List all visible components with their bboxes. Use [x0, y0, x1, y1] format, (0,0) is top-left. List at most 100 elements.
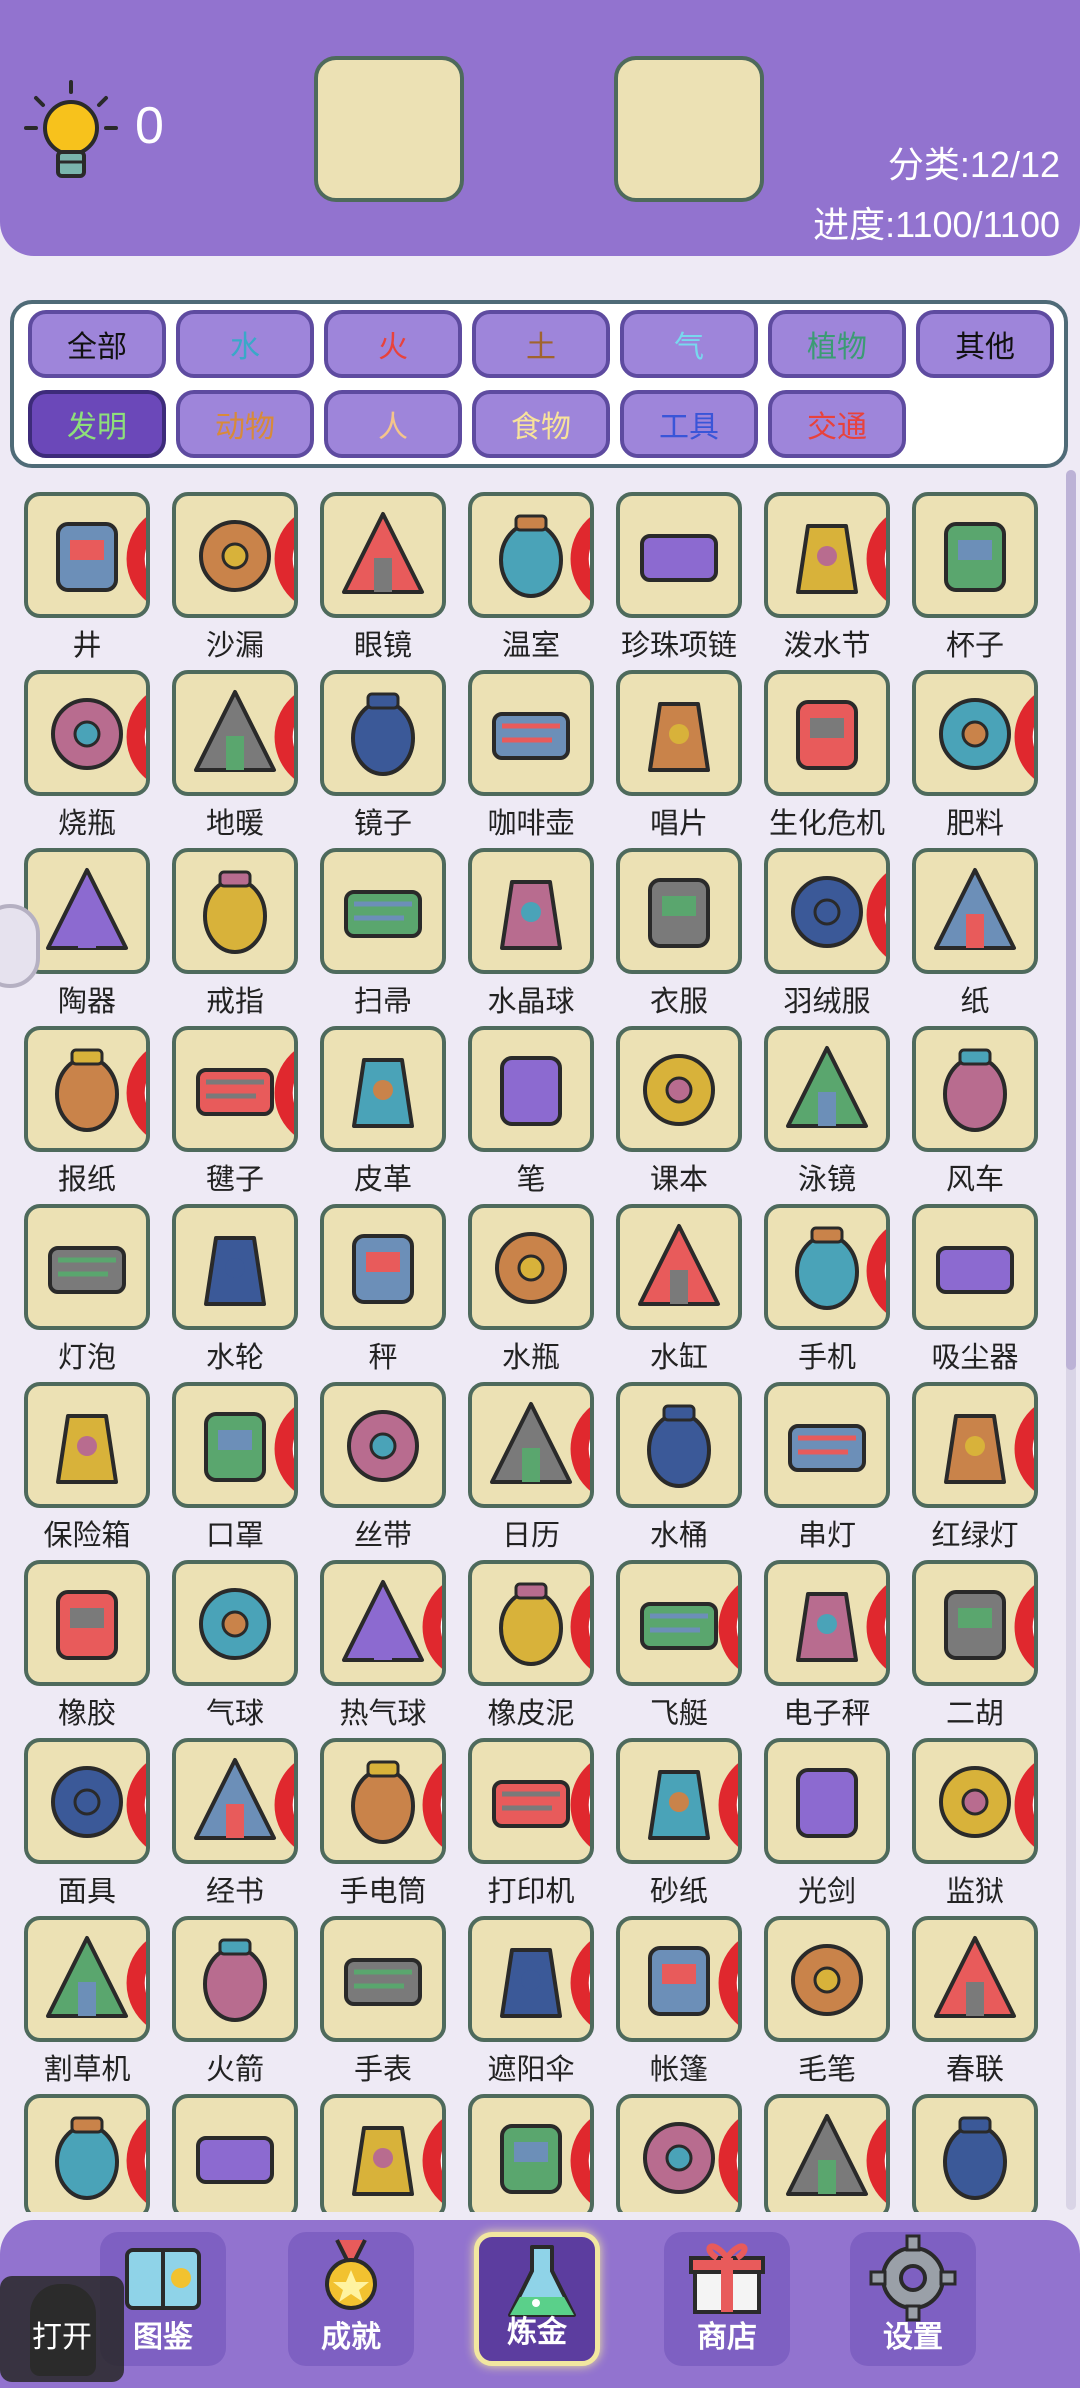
ban-icon	[126, 695, 146, 779]
item-tile[interactable]	[764, 1560, 890, 1686]
item-tile[interactable]	[24, 1204, 150, 1330]
item-label: 眼镜	[353, 628, 412, 662]
item-tile[interactable]	[764, 670, 890, 796]
item-tile[interactable]	[320, 1382, 446, 1508]
item-tile[interactable]	[320, 492, 446, 618]
item-tile[interactable]	[764, 848, 890, 974]
item-label: 手电筒	[339, 1874, 427, 1908]
item-tile[interactable]	[468, 1738, 594, 1864]
item-tile[interactable]	[172, 1382, 298, 1508]
item-tile[interactable]	[912, 670, 1038, 796]
item-tile[interactable]	[172, 1738, 298, 1864]
nav-gear[interactable]: 设置	[850, 2232, 976, 2366]
item-tile[interactable]	[912, 848, 1038, 974]
item-tile[interactable]	[468, 848, 594, 974]
item-tile[interactable]	[912, 1738, 1038, 1864]
item-tile[interactable]	[764, 1204, 890, 1330]
item-tile[interactable]	[320, 848, 446, 974]
item-tile[interactable]	[320, 1026, 446, 1152]
item-tile[interactable]	[468, 670, 594, 796]
ban-icon	[126, 1051, 146, 1135]
item-tile[interactable]	[468, 1204, 594, 1330]
item-tile[interactable]	[912, 1560, 1038, 1686]
item-tile[interactable]	[24, 1382, 150, 1508]
item-tile[interactable]	[320, 1916, 446, 2042]
item-tile[interactable]	[616, 1916, 742, 2042]
item-tile[interactable]	[320, 1560, 446, 1686]
item-label: 毛笔	[797, 2052, 856, 2086]
item-tile[interactable]	[616, 848, 742, 974]
side-drawer-handle[interactable]	[0, 904, 40, 988]
vacuum-icon	[936, 1246, 1014, 1294]
medal-icon	[325, 2239, 377, 2310]
item-tile[interactable]	[616, 1204, 742, 1330]
item-tile[interactable]	[172, 1916, 298, 2042]
item-tile[interactable]	[468, 1026, 594, 1152]
item-tile[interactable]	[468, 1916, 594, 2042]
item-tile[interactable]	[912, 1204, 1038, 1330]
item-tile[interactable]	[912, 1916, 1038, 2042]
nav-label: 成就	[321, 2320, 381, 2355]
item-tile[interactable]	[764, 1026, 890, 1152]
item-tile[interactable]	[24, 848, 150, 974]
item-tile[interactable]	[320, 2094, 446, 2212]
item-label: 泳镜	[797, 1162, 856, 1196]
item-tile[interactable]	[172, 1026, 298, 1152]
item-tile[interactable]	[912, 1382, 1038, 1508]
item-tile[interactable]	[24, 1560, 150, 1686]
item-tile[interactable]	[468, 2094, 594, 2212]
item-tile[interactable]	[764, 2094, 890, 2212]
grid-scrollbar-thumb[interactable]	[1066, 470, 1076, 1370]
item-tile[interactable]	[320, 1204, 446, 1330]
biohazard-icon	[796, 700, 858, 770]
item-tile[interactable]	[764, 1382, 890, 1508]
item-tile[interactable]	[172, 1204, 298, 1330]
safe-icon	[56, 1414, 118, 1484]
item-tile[interactable]	[468, 1560, 594, 1686]
ban-icon	[1014, 695, 1034, 779]
item-tile[interactable]	[24, 1026, 150, 1152]
item-tile[interactable]	[24, 1916, 150, 2042]
item-tile[interactable]	[24, 2094, 150, 2212]
item-tile[interactable]	[764, 492, 890, 618]
item-tile[interactable]	[468, 492, 594, 618]
item-tile[interactable]	[320, 1738, 446, 1864]
open-button[interactable]: 打开	[0, 2276, 124, 2382]
crystal-ball-icon	[500, 880, 562, 950]
ban-icon	[274, 695, 294, 779]
item-tile[interactable]	[172, 1560, 298, 1686]
item-tile[interactable]	[912, 492, 1038, 618]
item-tile[interactable]	[616, 670, 742, 796]
ribbon-icon	[347, 1410, 419, 1482]
item-tile[interactable]	[468, 1382, 594, 1508]
item-label: 手表	[353, 2052, 412, 2086]
item-tile[interactable]	[616, 1560, 742, 1686]
item-tile[interactable]	[616, 2094, 742, 2212]
item-tile[interactable]	[616, 1026, 742, 1152]
nav-gift-box[interactable]: 商店	[664, 2232, 790, 2366]
item-tile[interactable]	[912, 1026, 1038, 1152]
watch-icon	[344, 1958, 422, 2006]
item-tile[interactable]	[616, 1382, 742, 1508]
item-label: 飞艇	[649, 1696, 708, 1730]
ban-icon	[718, 1941, 738, 2025]
item-tile[interactable]	[172, 848, 298, 974]
ban-icon	[866, 2119, 886, 2203]
nav-medal[interactable]: 成就	[288, 2232, 414, 2366]
item-tile[interactable]	[764, 1738, 890, 1864]
ban-icon	[866, 517, 886, 601]
item-tile[interactable]	[764, 1916, 890, 2042]
item-tile[interactable]	[616, 492, 742, 618]
item-tile[interactable]	[24, 670, 150, 796]
item-tile[interactable]	[320, 670, 446, 796]
ban-icon	[570, 517, 590, 601]
item-tile[interactable]	[24, 1738, 150, 1864]
item-tile[interactable]	[172, 670, 298, 796]
nav-potion-flask[interactable]: 炼金	[474, 2232, 600, 2366]
item-tile[interactable]	[24, 492, 150, 618]
item-tile[interactable]	[912, 2094, 1038, 2212]
item-label: 热气球	[339, 1696, 427, 1730]
item-tile[interactable]	[172, 2094, 298, 2212]
item-tile[interactable]	[616, 1738, 742, 1864]
item-tile[interactable]	[172, 492, 298, 618]
